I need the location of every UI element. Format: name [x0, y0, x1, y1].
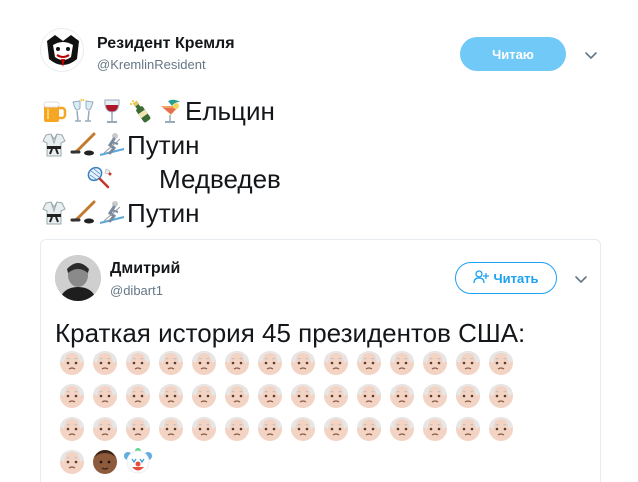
author-handle[interactable]: @KremlinResident — [97, 57, 206, 72]
older-man-face-icon — [418, 345, 451, 378]
older-man-face-icon — [154, 345, 187, 378]
follow-label: Читать — [493, 270, 539, 286]
champagne-bottle-icon — [127, 97, 155, 125]
emoji-row — [55, 444, 575, 477]
older-man-face-icon — [253, 411, 286, 444]
older-man-face-icon — [88, 411, 121, 444]
older-man-face-icon — [154, 378, 187, 411]
clown-face-icon — [121, 444, 154, 477]
line-name-text: Путин — [127, 130, 200, 160]
text-line-putin-2: Путин — [40, 196, 600, 230]
line-name-text: Медведев — [159, 164, 281, 194]
older-man-face-icon — [319, 345, 352, 378]
older-man-face-icon — [55, 411, 88, 444]
older-man-face-icon — [88, 345, 121, 378]
martial-arts-uniform-icon — [40, 131, 68, 159]
older-man-face-icon — [418, 378, 451, 411]
older-man-face-icon — [352, 411, 385, 444]
older-man-face-icon — [55, 444, 88, 477]
older-man-face-icon — [88, 378, 121, 411]
older-man-face-icon — [187, 345, 220, 378]
older-man-face-icon — [352, 345, 385, 378]
text-line-yeltsin: Ельцин — [40, 94, 600, 128]
older-man-face-icon — [385, 345, 418, 378]
quoted-tweet[interactable]: Дмитрий @dibart1 Читать Краткая история … — [40, 239, 601, 482]
older-man-face-icon — [319, 411, 352, 444]
quoted-author-handle[interactable]: @dibart1 — [110, 283, 163, 298]
older-man-face-icon — [187, 411, 220, 444]
ice-hockey-icon — [69, 199, 97, 227]
emoji-row — [55, 411, 575, 444]
older-man-face-dark-icon — [88, 444, 121, 477]
older-man-face-icon — [187, 378, 220, 411]
chevron-down-icon[interactable] — [583, 47, 599, 63]
wine-glass-icon — [98, 97, 126, 125]
older-man-face-icon — [55, 378, 88, 411]
older-man-face-icon — [484, 345, 517, 378]
older-man-face-icon — [220, 411, 253, 444]
older-man-face-icon — [121, 345, 154, 378]
older-man-face-icon — [418, 411, 451, 444]
older-man-face-icon — [286, 378, 319, 411]
badminton-icon — [86, 165, 114, 193]
add-user-icon — [473, 269, 490, 287]
older-man-face-icon — [385, 411, 418, 444]
text-line-putin-1: Путин — [40, 128, 600, 162]
following-button[interactable]: Читаю — [460, 37, 566, 71]
older-man-face-icon — [220, 378, 253, 411]
line-name-text: Путин — [127, 198, 200, 228]
older-man-face-icon — [220, 345, 253, 378]
tweet-text: Ельцин Путин Медведев Путин — [40, 94, 600, 230]
older-man-face-icon — [385, 378, 418, 411]
older-man-face-icon — [451, 378, 484, 411]
older-man-face-icon — [451, 411, 484, 444]
older-man-face-icon — [253, 345, 286, 378]
emoji-grid — [55, 345, 575, 477]
older-man-face-icon — [286, 411, 319, 444]
older-man-face-icon — [253, 378, 286, 411]
quoted-author-avatar[interactable] — [55, 255, 101, 301]
older-man-face-icon — [55, 345, 88, 378]
older-man-face-icon — [121, 411, 154, 444]
martial-arts-uniform-icon — [40, 199, 68, 227]
older-man-face-icon — [121, 378, 154, 411]
chevron-down-icon[interactable] — [573, 271, 589, 287]
older-man-face-icon — [286, 345, 319, 378]
text-line-medvedev: Медведев — [40, 162, 600, 196]
author-name[interactable]: Резидент Кремля — [97, 35, 235, 53]
emoji-row — [55, 378, 575, 411]
follow-button[interactable]: Читать — [455, 262, 557, 294]
beer-mug-icon — [40, 97, 68, 125]
older-man-face-icon — [484, 411, 517, 444]
skier-icon — [98, 199, 126, 227]
older-man-face-icon — [484, 378, 517, 411]
clinking-glasses-icon — [69, 97, 97, 125]
skier-icon — [98, 131, 126, 159]
line-name-text: Ельцин — [185, 96, 275, 126]
ice-hockey-icon — [69, 131, 97, 159]
older-man-face-icon — [451, 345, 484, 378]
older-man-face-icon — [352, 378, 385, 411]
older-man-face-icon — [319, 378, 352, 411]
tweet: Резидент Кремля @KremlinResident Читаю Е… — [0, 0, 638, 482]
tropical-drink-icon — [156, 97, 184, 125]
quoted-author-name[interactable]: Дмитрий — [110, 260, 180, 278]
author-avatar[interactable] — [40, 28, 84, 72]
emoji-row — [55, 345, 575, 378]
older-man-face-icon — [154, 411, 187, 444]
